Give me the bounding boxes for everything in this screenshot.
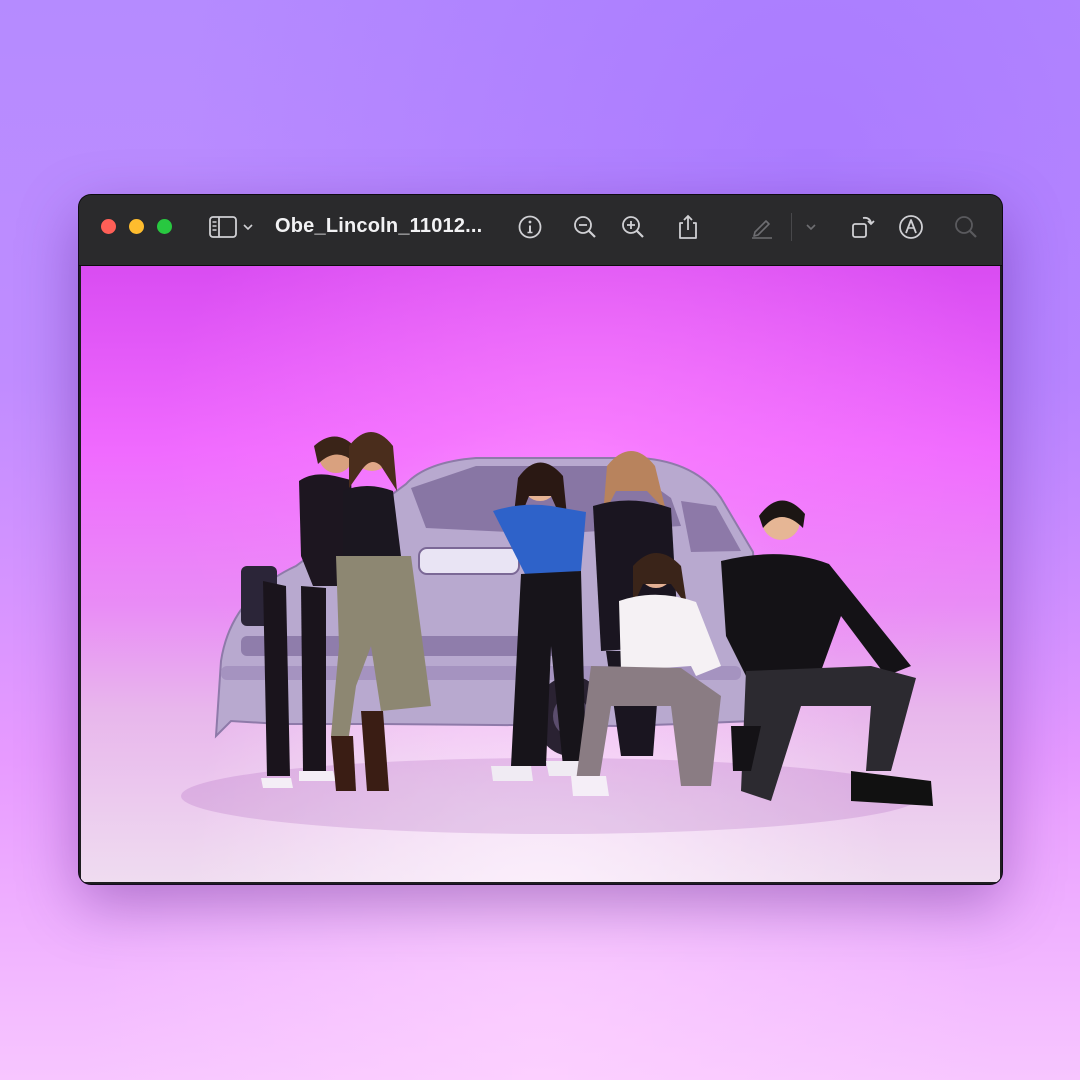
share-icon [679, 214, 697, 239]
close-button[interactable] [101, 219, 116, 234]
minimize-button[interactable] [129, 219, 144, 234]
chevron-down-icon [806, 224, 816, 231]
annotate-icon [899, 215, 923, 239]
zoom-out-icon [574, 216, 596, 238]
rotate-icon [852, 216, 875, 238]
sidebar-toggle-button[interactable] [207, 212, 259, 242]
search-icon [955, 216, 977, 238]
image-viewport [81, 266, 1000, 882]
markup-button[interactable] [747, 212, 777, 242]
preview-window: Obe_Lincoln_11012... [79, 195, 1002, 884]
zoom-in-button[interactable] [618, 212, 648, 242]
zoom-out-button[interactable] [570, 212, 600, 242]
toolbar-divider [791, 213, 792, 241]
fullscreen-button[interactable] [157, 219, 172, 234]
share-button[interactable] [673, 212, 703, 242]
photo [181, 432, 933, 834]
info-button[interactable] [515, 212, 545, 242]
sidebar-icon [209, 216, 253, 238]
search-button[interactable] [951, 212, 981, 242]
zoom-in-icon [622, 216, 644, 238]
info-icon [518, 215, 542, 239]
pen-icon [752, 220, 772, 239]
markup-menu-button[interactable] [797, 212, 825, 242]
document-title: Obe_Lincoln_11012... [275, 215, 483, 237]
rotate-button[interactable] [847, 212, 877, 242]
title-bar: Obe_Lincoln_11012... [79, 195, 1002, 266]
annotate-button[interactable] [896, 212, 926, 242]
